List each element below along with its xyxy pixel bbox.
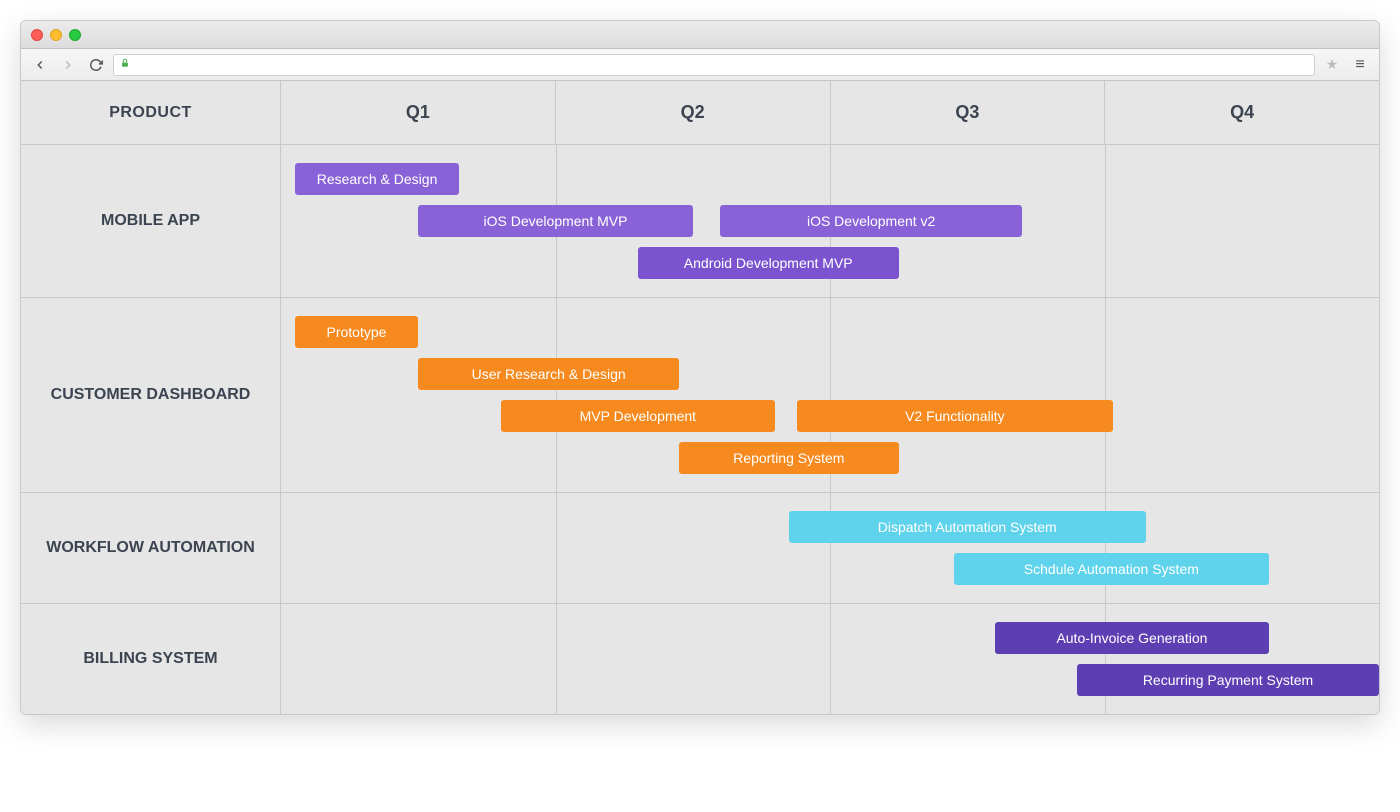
hamburger-menu-icon[interactable]: ≡ [1349,56,1371,74]
reload-button[interactable] [85,54,107,76]
timeline-area: Auto-Invoice Generation Recurring Payment… [281,604,1379,714]
task-bar-label: Auto-Invoice Generation [1056,630,1207,646]
task-bar-label: Prototype [327,324,387,340]
quarter-gridline [830,493,831,603]
product-label-customer-dashboard: CUSTOMER DASHBOARD [21,298,281,492]
browser-toolbar: ★ ≡ [21,49,1379,81]
task-bar[interactable]: Reporting System [679,442,899,474]
task-bar[interactable]: V2 Functionality [797,400,1113,432]
task-bar-label: iOS Development MVP [484,213,628,229]
task-row: MVP Development V2 Functionality [281,400,1379,432]
product-label-billing-system: BILLING SYSTEM [21,604,281,714]
task-bar[interactable]: Research & Design [295,163,460,195]
task-bar-label: Dispatch Automation System [878,519,1057,535]
forward-button[interactable] [57,54,79,76]
task-bar[interactable]: Schdule Automation System [954,553,1270,585]
header-row: PRODUCT Q1 Q2 Q3 Q4 [21,81,1379,145]
task-row: Prototype [281,316,1379,348]
lock-icon [120,58,130,71]
maximize-window-icon[interactable] [69,29,81,41]
task-row: Auto-Invoice Generation [281,622,1379,654]
task-bar[interactable]: MVP Development [501,400,776,432]
timeline-area: Dispatch Automation System Schdule Automa… [281,493,1379,603]
task-row: Android Development MVP [281,247,1379,279]
task-bar-label: User Research & Design [472,366,626,382]
quarter-header-q3: Q3 [831,81,1106,144]
task-bar-label: Schdule Automation System [1024,561,1199,577]
bookmark-star-icon[interactable]: ★ [1321,56,1343,73]
task-row: Research & Design [281,163,1379,195]
task-bar-label: Android Development MVP [684,255,853,271]
quarter-gridline [556,604,557,714]
swimlane-mobile-app: MOBILE APP Research & Design iOS Developme… [21,145,1379,298]
quarter-header-q4: Q4 [1105,81,1379,144]
minimize-window-icon[interactable] [50,29,62,41]
url-bar[interactable] [113,54,1315,76]
task-row: Recurring Payment System [281,664,1379,696]
task-row: iOS Development MVP iOS Development v2 [281,205,1379,237]
quarter-gridline [556,493,557,603]
task-bar[interactable]: Prototype [295,316,419,348]
task-bar[interactable]: Recurring Payment System [1077,664,1379,696]
back-button[interactable] [29,54,51,76]
product-label-workflow-automation: WORKFLOW AUTOMATION [21,493,281,603]
task-bar-label: Research & Design [317,171,438,187]
swimlane-workflow-automation: WORKFLOW AUTOMATIONDispatch Automation S… [21,493,1379,604]
task-bar[interactable]: Auto-Invoice Generation [995,622,1270,654]
task-row: Schdule Automation System [281,553,1379,585]
task-row: Reporting System [281,442,1379,474]
task-row: User Research & Design [281,358,1379,390]
roadmap-grid: PRODUCT Q1 Q2 Q3 Q4 MOBILE APP Research &… [21,81,1379,714]
task-bar-label: V2 Functionality [905,408,1005,424]
product-label-mobile-app: MOBILE APP [21,145,281,297]
quarter-gridline [1105,604,1106,714]
swimlane-billing-system: BILLING SYSTEM Auto-Invoice Generation Rec… [21,604,1379,714]
browser-window: ★ ≡ PRODUCT Q1 Q2 Q3 Q4 MOBILE APP Resear… [20,20,1380,715]
timeline-area: Research & DesigniOS Development MVPiOS … [281,145,1379,297]
task-bar-label: Recurring Payment System [1143,672,1313,688]
close-window-icon[interactable] [31,29,43,41]
quarter-gridline [830,604,831,714]
task-bar[interactable]: iOS Development MVP [418,205,693,237]
task-bar-label: MVP Development [580,408,696,424]
quarter-header-q1: Q1 [281,81,556,144]
quarter-gridline [1105,493,1106,603]
task-bar[interactable]: User Research & Design [418,358,679,390]
swimlane-customer-dashboard: CUSTOMER DASHBOARD Prototype User Research… [21,298,1379,493]
task-bar-label: Reporting System [733,450,844,466]
timeline-area: Prototype User Research & Design MVP Devel… [281,298,1379,492]
task-bar[interactable]: Android Development MVP [638,247,899,279]
product-column-header: PRODUCT [21,81,281,144]
quarter-header-q2: Q2 [556,81,831,144]
task-bar[interactable]: Dispatch Automation System [789,511,1146,543]
task-bar[interactable]: iOS Development v2 [720,205,1022,237]
task-bar-label: iOS Development v2 [807,213,935,229]
task-row: Dispatch Automation System [281,511,1379,543]
window-titlebar [21,21,1379,49]
